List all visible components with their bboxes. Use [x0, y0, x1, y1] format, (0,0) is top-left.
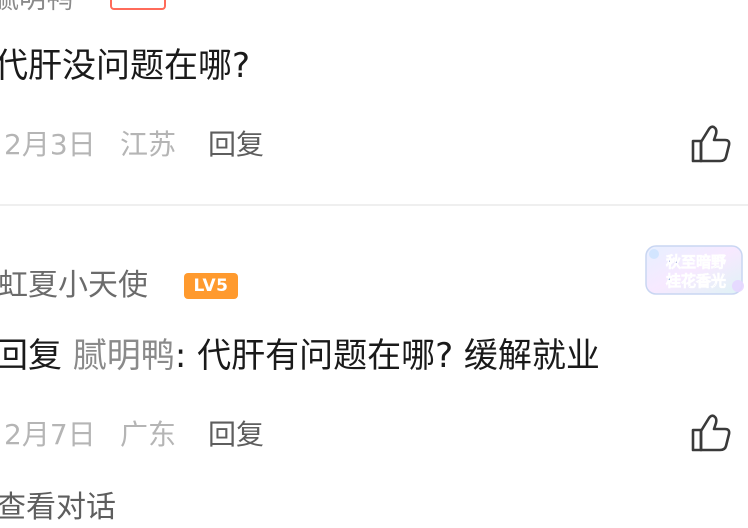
- comment-date: 2月7日: [4, 418, 96, 451]
- level-badge: [110, 0, 166, 10]
- comment-date: 2月3日: [4, 128, 96, 161]
- medal-line-2: 桂花香光: [665, 272, 726, 290]
- medal-badge[interactable]: 秋至暗野 桂花香光: [640, 240, 748, 300]
- comment-text: 代肝没问题在哪?: [0, 46, 251, 86]
- comment-location: 广东: [120, 418, 177, 451]
- divider: [0, 204, 748, 206]
- comment-text: 回复 腻明鸭: 代肝有问题在哪? 缓解就业: [0, 334, 600, 378]
- thumbs-up-icon[interactable]: [690, 413, 732, 453]
- mention-link[interactable]: 腻明鸭: [73, 336, 175, 376]
- comment-body: : 代肝有问题在哪? 缓解就业: [174, 336, 600, 376]
- comment-location: 江苏: [120, 128, 177, 161]
- comment-username[interactable]: 腻明鸭: [0, 0, 73, 17]
- level-badge: LV5: [184, 273, 238, 299]
- reply-button[interactable]: 回复: [208, 416, 264, 454]
- comment-username[interactable]: 虹夏小天使: [0, 266, 148, 306]
- medal-line-1: 秋至暗野: [666, 253, 726, 271]
- reply-button[interactable]: 回复: [208, 126, 264, 164]
- view-conversation-link[interactable]: 查看对话: [0, 488, 116, 528]
- thumbs-up-icon[interactable]: [690, 124, 732, 164]
- reply-prefix: 回复: [0, 336, 62, 376]
